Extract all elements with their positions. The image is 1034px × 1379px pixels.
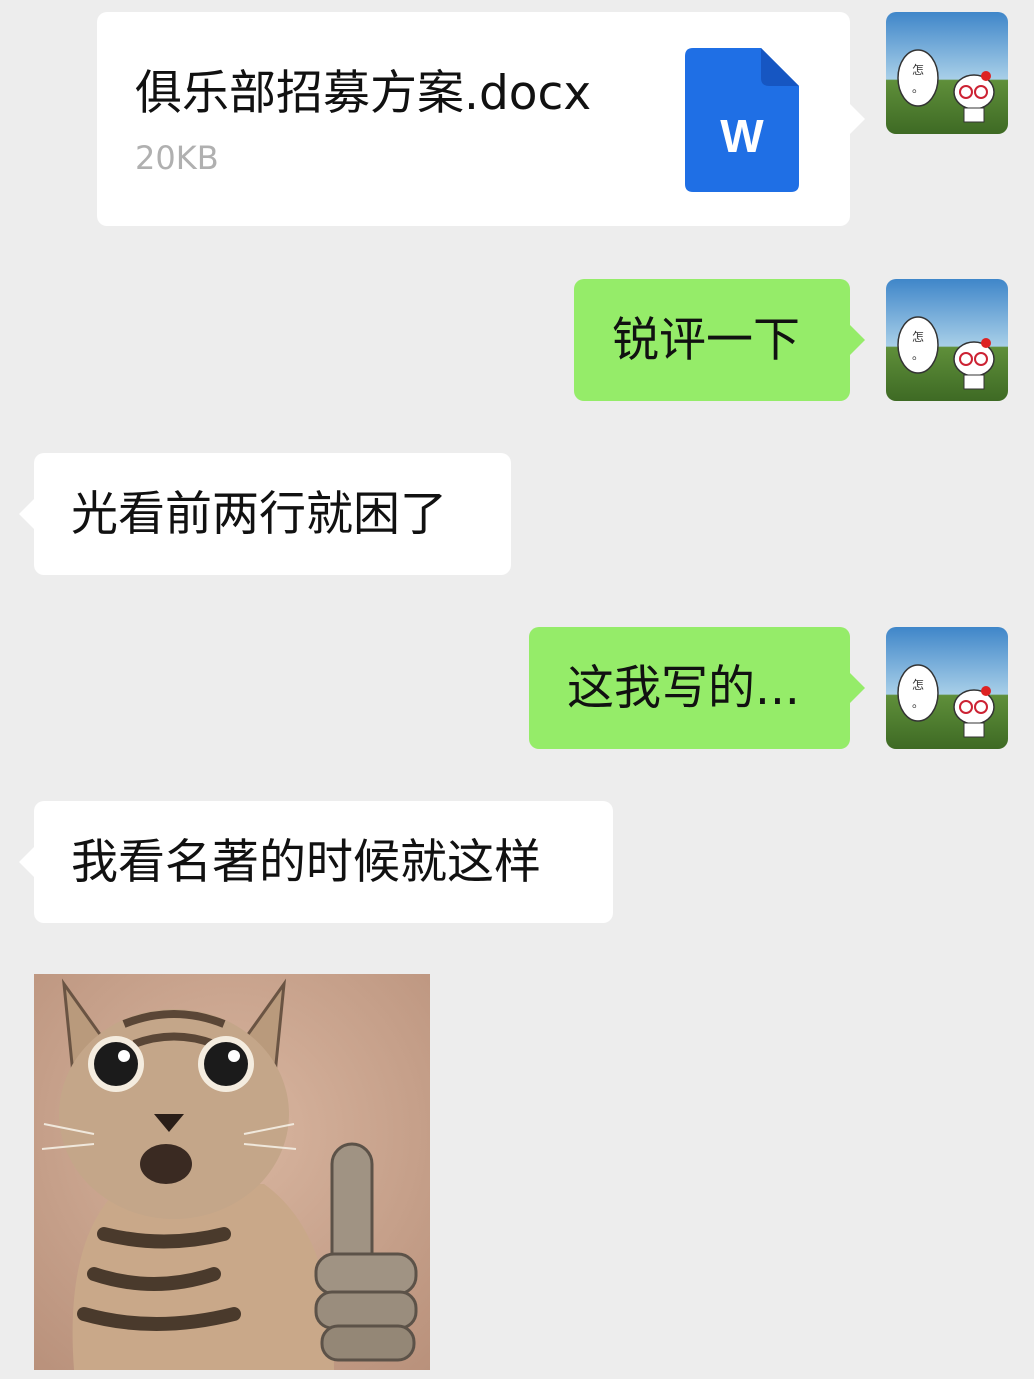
word-document-icon: W <box>685 48 799 200</box>
file-message-card[interactable]: 俱乐部招募方案.docx 20KB W <box>97 12 865 226</box>
bubble-tail <box>850 673 865 703</box>
svg-text:。: 。 <box>912 696 924 710</box>
bubble-tail <box>19 499 34 529</box>
message-text: 光看前两行就困了 <box>71 486 447 542</box>
svg-text:。: 。 <box>912 81 924 95</box>
svg-text:。: 。 <box>912 348 924 362</box>
bubble-tail <box>19 847 34 877</box>
avatar[interactable]: 怎 。 <box>886 627 1008 749</box>
message-bubble-sent[interactable]: 这我写的... <box>529 627 865 749</box>
cat-thumbs-up-sticker[interactable] <box>34 974 430 1370</box>
message-text: 我看名著的时候就这样 <box>71 834 541 890</box>
message-bubble-sent[interactable]: 锐评一下 <box>574 279 865 401</box>
avatar[interactable]: 怎 。 <box>886 12 1008 134</box>
message-bubble-received[interactable]: 我看名著的时候就这样 <box>19 801 613 923</box>
avatar[interactable]: 怎 。 <box>886 279 1008 401</box>
svg-text:怎: 怎 <box>912 329 924 344</box>
file-size: 20KB <box>135 139 219 177</box>
word-icon-letter: W <box>720 110 764 162</box>
message-text: 这我写的... <box>567 660 800 716</box>
bubble-tail <box>850 325 865 355</box>
file-name: 俱乐部招募方案.docx <box>135 66 592 121</box>
bubble-tail <box>850 104 865 134</box>
chat-view: 俱乐部招募方案.docx 20KB W 怎 。 锐评一下 怎 。 光看前两行就困… <box>0 0 1034 1379</box>
svg-text:怎: 怎 <box>912 62 924 77</box>
message-text: 锐评一下 <box>612 312 800 368</box>
message-bubble-received[interactable]: 光看前两行就困了 <box>19 453 511 575</box>
svg-text:怎: 怎 <box>912 677 924 692</box>
